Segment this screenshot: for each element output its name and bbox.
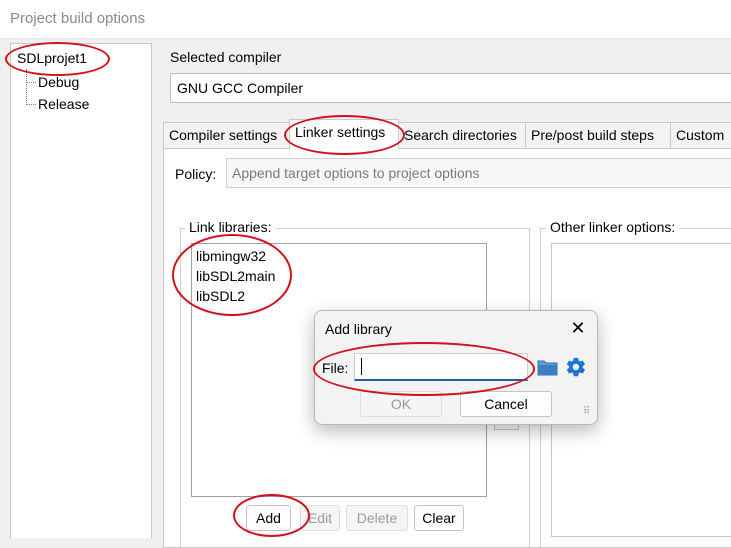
selected-compiler-label: Selected compiler xyxy=(170,49,282,65)
target-tree[interactable]: SDLprojet1 Debug Release xyxy=(10,43,152,538)
link-libraries-label: Link libraries: xyxy=(185,219,276,235)
annotation-ellipse-linker-tab xyxy=(284,115,405,155)
compiler-dropdown[interactable]: GNU GCC Compiler xyxy=(170,73,731,103)
window-title: Project build options xyxy=(10,10,146,27)
annotation-ellipse-project xyxy=(5,42,110,76)
gear-icon[interactable] xyxy=(565,356,587,378)
tree-connector xyxy=(26,69,27,105)
folder-icon[interactable] xyxy=(537,357,559,377)
tab-compiler-settings[interactable]: Compiler settings xyxy=(163,122,290,148)
clear-button[interactable]: Clear xyxy=(414,505,464,531)
tree-connector xyxy=(26,82,36,83)
compiler-dropdown-value: GNU GCC Compiler xyxy=(177,80,304,96)
annotation-ellipse-add xyxy=(233,494,310,537)
dialog-title: Add library xyxy=(325,321,392,337)
tree-connector xyxy=(26,104,36,105)
delete-button[interactable]: Delete xyxy=(346,505,408,531)
tab-search-directories[interactable]: Search directories xyxy=(398,122,526,148)
tree-item-release[interactable]: Release xyxy=(38,96,89,112)
cancel-button[interactable]: Cancel xyxy=(460,391,552,417)
tree-item-debug[interactable]: Debug xyxy=(38,74,79,90)
policy-label: Policy: xyxy=(175,166,217,182)
policy-dropdown[interactable]: Append target options to project options xyxy=(226,158,731,188)
annotation-ellipse-file xyxy=(313,342,535,396)
tab-custom[interactable]: Custom xyxy=(670,122,731,148)
title-bar: Project build options xyxy=(0,0,731,39)
annotation-ellipse-libraries xyxy=(172,234,292,316)
other-linker-options-label: Other linker options: xyxy=(546,219,680,235)
resize-grip[interactable]: ⠿ xyxy=(583,407,590,417)
tab-pre-post-build-steps[interactable]: Pre/post build steps xyxy=(525,122,671,148)
policy-dropdown-value: Append target options to project options xyxy=(232,165,480,181)
close-icon[interactable]: ✕ xyxy=(567,317,589,339)
